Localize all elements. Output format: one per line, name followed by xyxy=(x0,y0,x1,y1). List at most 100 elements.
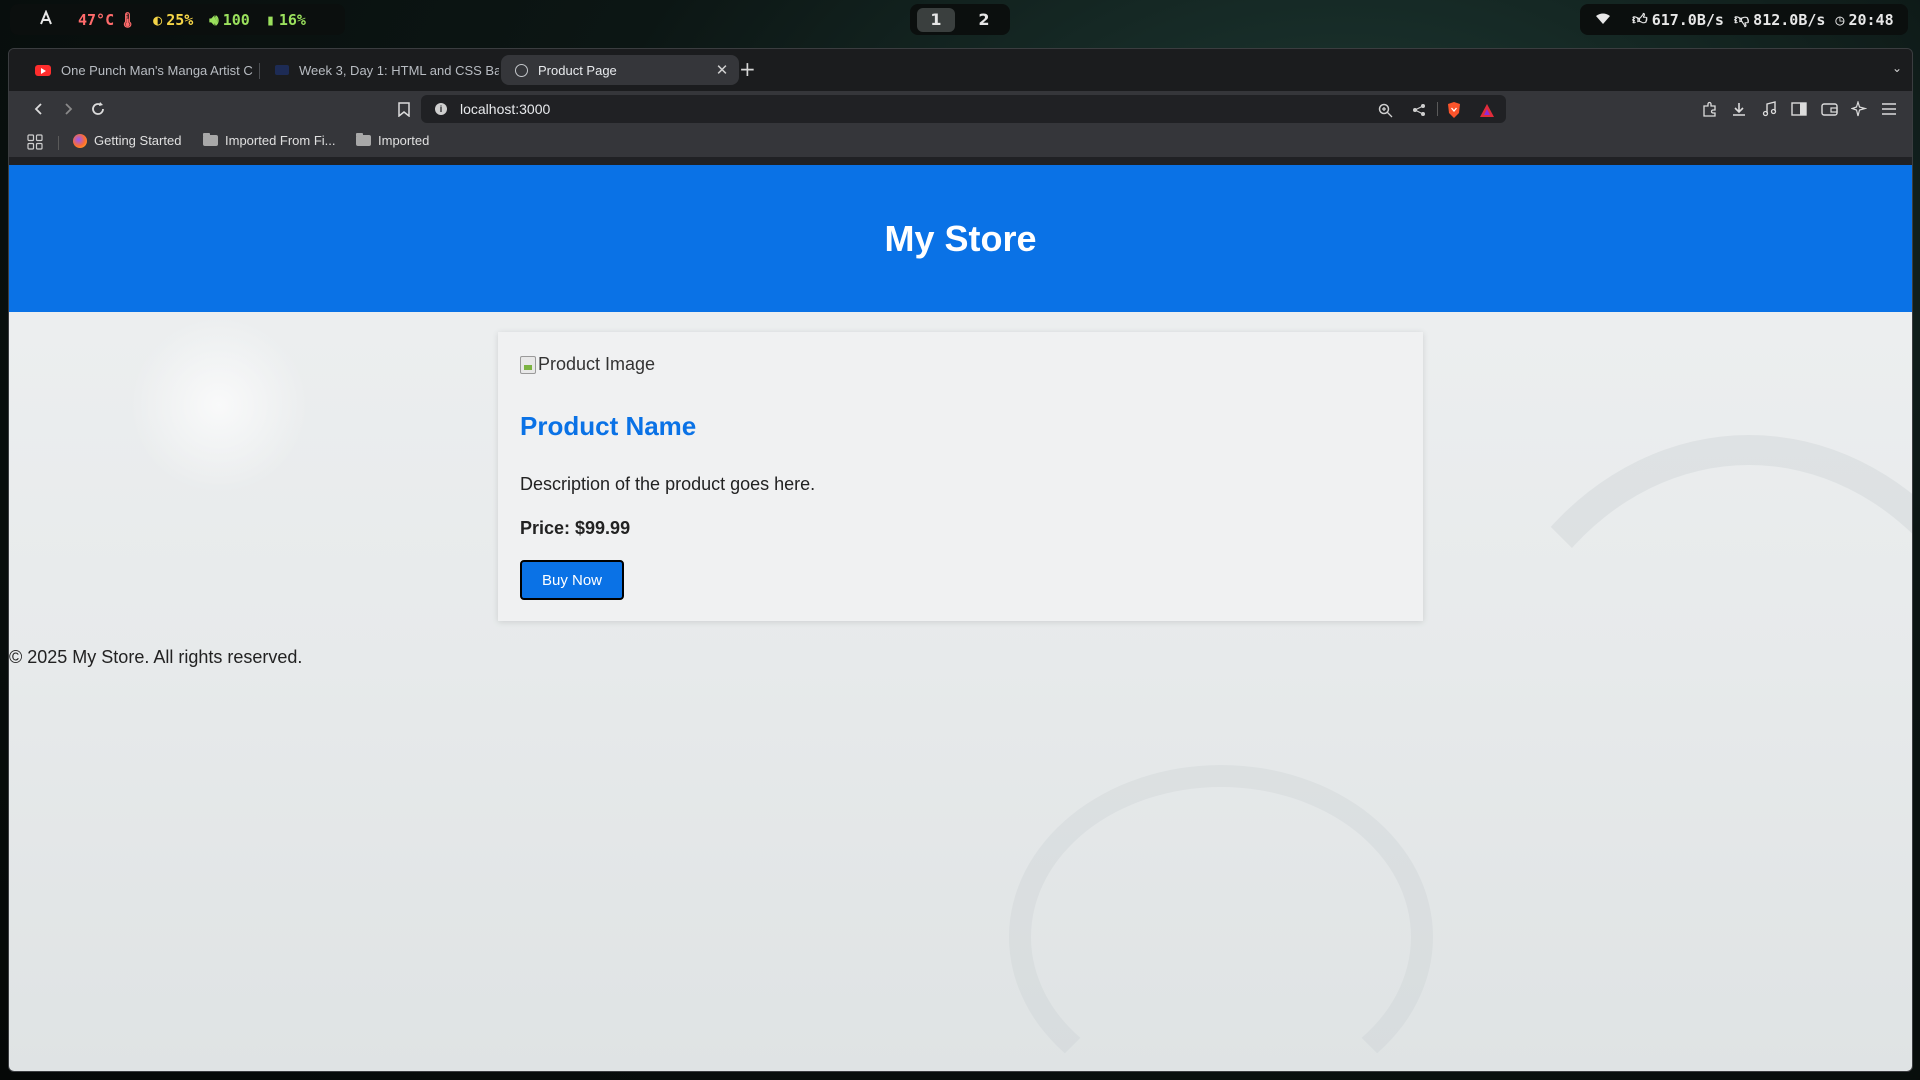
share-icon[interactable] xyxy=(1410,101,1428,119)
tab-product-page[interactable]: Product Page ✕ xyxy=(501,55,739,85)
upload-speed: 👍︎ 617.0B/s xyxy=(1632,10,1724,29)
main-menu-button[interactable] xyxy=(1877,97,1901,121)
url-text[interactable]: localhost:3000 xyxy=(460,101,550,117)
new-tab-button[interactable]: + xyxy=(739,58,756,80)
volume-indicator[interactable]: 🔊︎ 100 xyxy=(209,11,250,29)
clock[interactable]: ◷ 20:48 xyxy=(1835,11,1893,29)
brave-rewards-icon[interactable] xyxy=(1478,101,1496,119)
wifi-icon[interactable] xyxy=(1596,11,1610,29)
download-speed-value: 812.0B/s xyxy=(1753,10,1826,29)
reload-icon xyxy=(92,102,104,115)
sparkle-icon xyxy=(1851,101,1867,117)
bookmarks-divider xyxy=(58,136,59,150)
volume-value: 100 xyxy=(222,10,250,29)
leo-ai-button[interactable] xyxy=(1847,97,1871,121)
back-button[interactable] xyxy=(27,97,51,121)
site-header: My Store xyxy=(9,165,1912,312)
bookmark-label: Imported From Fi... xyxy=(225,133,336,148)
folder-icon xyxy=(203,133,218,146)
youtube-icon xyxy=(35,64,51,76)
tab-title: Week 3, Day 1: HTML and CSS Ba xyxy=(299,62,499,78)
bookmark-getting-started[interactable]: Getting Started xyxy=(73,133,181,148)
forward-button[interactable] xyxy=(56,97,80,121)
music-note-icon xyxy=(1762,101,1777,117)
browser-window: One Punch Man's Manga Artist C Week 3, D… xyxy=(8,48,1913,1072)
brave-shields-icon[interactable] xyxy=(1445,101,1463,119)
clock-value: 20:48 xyxy=(1848,10,1894,29)
page-viewport: My Store Product Image Product Name Desc… xyxy=(9,165,1912,1071)
brightness-icon: ◐ xyxy=(153,10,163,29)
arrow-left-icon xyxy=(34,103,42,115)
tab-week3[interactable]: Week 3, Day 1: HTML and CSS Ba xyxy=(261,55,499,85)
bookmarks-bar: Getting Started Imported From Fi... Impo… xyxy=(9,127,1912,157)
chevron-down-icon: ⌄ xyxy=(1891,61,1902,75)
hamburger-menu-icon xyxy=(1882,103,1896,115)
background-glow xyxy=(129,315,309,495)
battery-charging-icon: ▮ xyxy=(265,10,275,29)
workspace-2[interactable]: 2 xyxy=(965,8,1003,32)
brightness-value: 25% xyxy=(166,10,194,29)
bookmark-label: Getting Started xyxy=(94,133,182,148)
bookmark-icon xyxy=(398,101,410,117)
url-divider xyxy=(1437,102,1438,116)
battery-value: 16% xyxy=(278,10,306,29)
thermometer-icon: 🌡 xyxy=(118,10,138,29)
product-image: Product Image xyxy=(520,354,655,375)
product-name: Product Name xyxy=(520,411,697,441)
tab-list-button[interactable]: ⌄ xyxy=(1892,61,1902,75)
broken-image-icon xyxy=(520,355,536,374)
workspace-switcher: 1 2 xyxy=(910,4,1010,35)
site-footer: © 2025 My Store. All rights reserved. xyxy=(9,647,303,667)
temperature-value: 47°C xyxy=(78,10,115,29)
temperature-indicator: 47°C 🌡 xyxy=(78,11,137,29)
tab-title: Product Page xyxy=(538,62,617,78)
launcher-icon[interactable] xyxy=(38,8,54,30)
tab-youtube[interactable]: One Punch Man's Manga Artist C xyxy=(21,55,259,85)
bookmark-label: Imported xyxy=(378,133,430,148)
puzzle-icon xyxy=(1703,101,1716,117)
battery-indicator: ▮ 16% xyxy=(266,11,306,29)
zoom-icon[interactable] xyxy=(1376,101,1394,119)
system-bar: 47°C 🌡 ◐ 25% 🔊︎ 100 ▮ 16% 1 2 👍︎ 617.0B/… xyxy=(0,0,1920,40)
grid-icon xyxy=(27,134,43,150)
wallet-icon xyxy=(1820,103,1838,116)
clock-icon: ◷ xyxy=(1835,10,1845,29)
folder-icon xyxy=(356,133,371,146)
upload-speed-value: 617.0B/s xyxy=(1651,10,1724,29)
sidebar-toggle-button[interactable] xyxy=(1787,97,1811,121)
workspace-1[interactable]: 1 xyxy=(917,7,955,32)
wallet-button[interactable] xyxy=(1817,97,1841,121)
product-image-alt-text: Product Image xyxy=(538,354,656,374)
site-title: My Store xyxy=(884,217,1037,259)
plus-icon: + xyxy=(739,57,756,81)
product-description: Description of the product goes here. xyxy=(520,474,816,494)
site-info-icon[interactable]: i xyxy=(435,103,447,115)
browser-toolbar: i localhost:3000 xyxy=(9,91,1912,127)
media-button[interactable] xyxy=(1757,97,1781,121)
tab-strip: One Punch Man's Manga Artist C Week 3, D… xyxy=(9,49,1912,91)
tab-title: One Punch Man's Manga Artist C xyxy=(61,62,253,78)
system-status-right: 👍︎ 617.0B/s 👎︎ 812.0B/s ◷ 20:48 xyxy=(1580,4,1908,35)
reload-button[interactable] xyxy=(86,97,110,121)
apps-button[interactable] xyxy=(27,134,43,150)
bookmark-imported[interactable]: Imported xyxy=(356,133,429,148)
bookmark-page-button[interactable] xyxy=(392,97,416,121)
buy-now-button[interactable]: Buy Now xyxy=(520,560,624,600)
background-decoration xyxy=(1009,765,1433,1071)
tab-separator xyxy=(259,63,260,79)
download-icon: 👎︎ xyxy=(1733,10,1750,28)
brightness-indicator: ◐ 25% xyxy=(153,11,193,29)
background-decoration xyxy=(1459,435,1912,1071)
bookmark-imported-from-firefox[interactable]: Imported From Fi... xyxy=(203,133,336,148)
arrow-right-icon xyxy=(65,103,73,115)
extensions-button[interactable] xyxy=(1698,97,1722,121)
download-speed: 👎︎ 812.0B/s xyxy=(1734,10,1825,29)
product-price: Price: $99.99 xyxy=(520,518,631,538)
downloads-button[interactable] xyxy=(1727,97,1751,121)
globe-icon xyxy=(515,63,528,77)
close-icon[interactable]: ✕ xyxy=(711,61,733,79)
upload-icon: 👍︎ xyxy=(1632,10,1648,28)
address-bar[interactable]: i localhost:3000 xyxy=(421,95,1506,123)
system-status-left: 47°C 🌡 ◐ 25% 🔊︎ 100 ▮ 16% xyxy=(10,4,345,35)
download-icon xyxy=(1733,103,1745,116)
